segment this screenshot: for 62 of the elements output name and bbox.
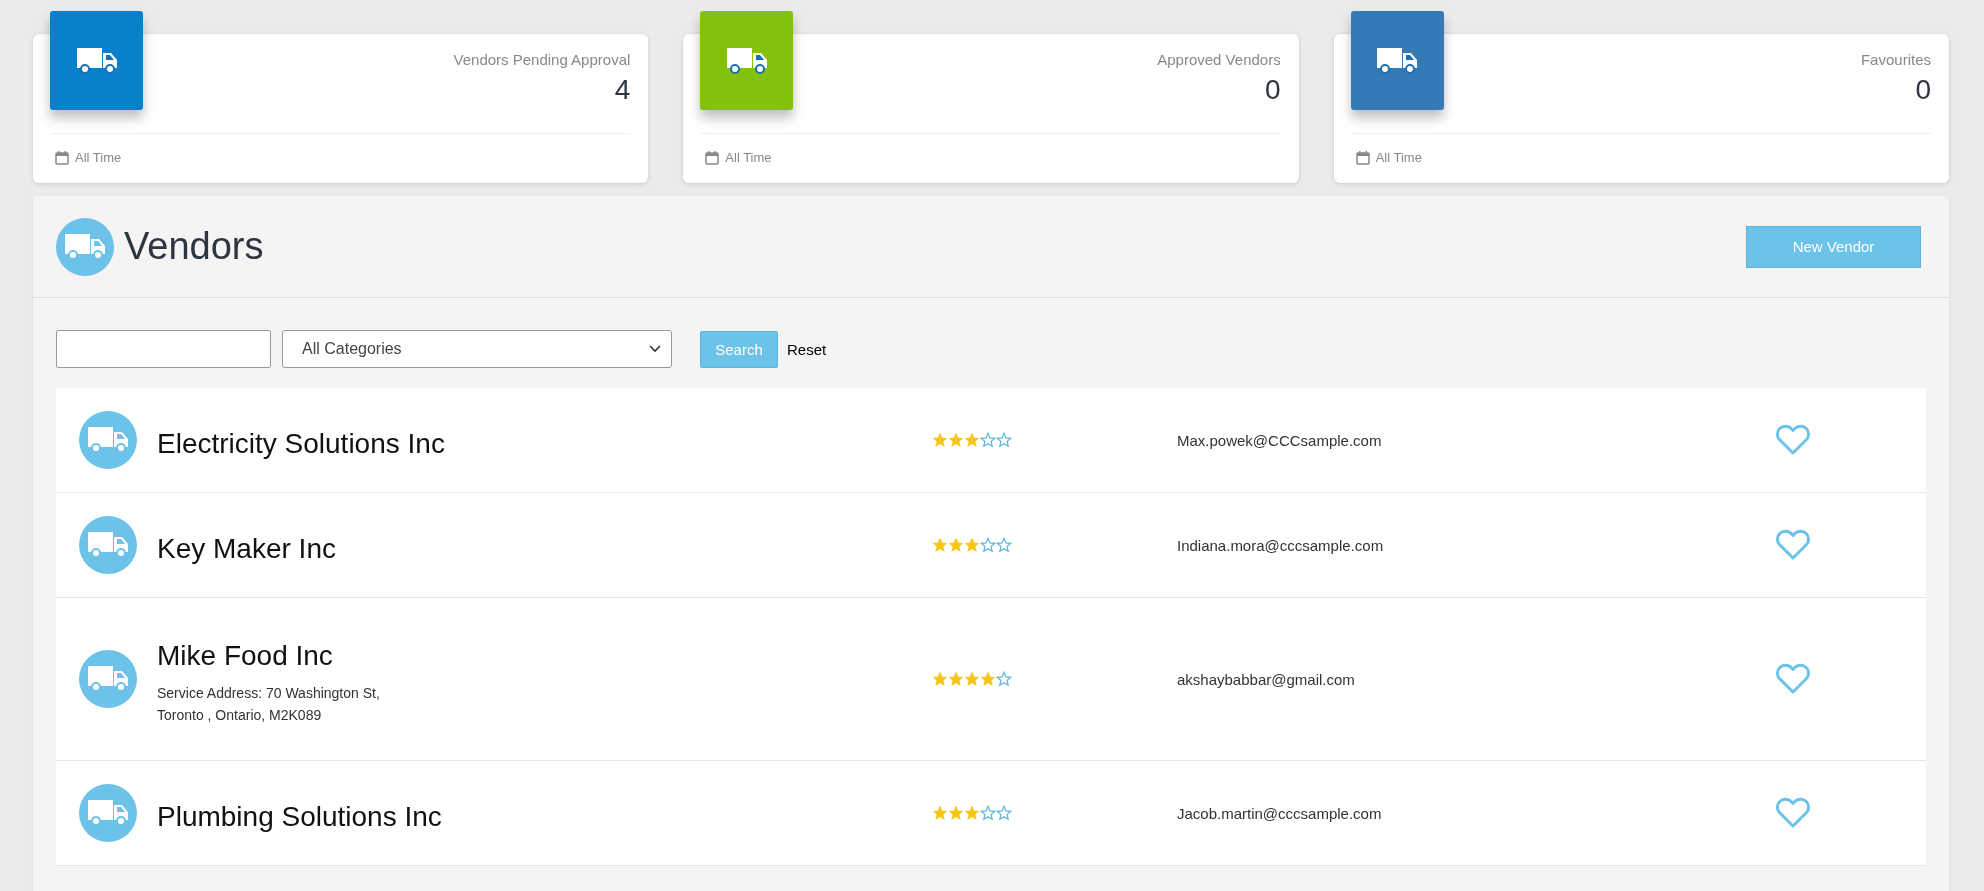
- star-icon: [964, 671, 980, 687]
- vendor-email: Indiana.mora@cccsample.com: [1177, 536, 1385, 554]
- stat-value: 0: [1265, 74, 1281, 106]
- star-icon: [932, 805, 948, 821]
- star-icon: [932, 432, 948, 448]
- star-icon: [980, 671, 996, 687]
- calendar-icon: [1355, 150, 1370, 165]
- vendor-row[interactable]: Mike Food Inc Service Address: 70 Washington St, Toronto , Ontario, M2K089 akshaybabbar@gmail.com: [56, 598, 1926, 761]
- calendar-icon: [705, 150, 720, 165]
- star-icon: [964, 805, 980, 821]
- truck-drawing: [88, 427, 128, 453]
- star-icon: [932, 671, 948, 687]
- truck-drawing: [88, 532, 128, 558]
- truck-drawing: [88, 666, 128, 692]
- truck-icon: [726, 47, 767, 74]
- star-icon: [996, 805, 1012, 821]
- vendor-row[interactable]: Key Maker Inc Indiana.mora@cccsample.com: [56, 493, 1926, 598]
- reset-link[interactable]: Reset: [787, 340, 827, 358]
- vendor-address: Service Address: 70 Washington St, Toronto , Ontario, M2K089: [157, 684, 381, 725]
- stat-value: 4: [614, 74, 631, 106]
- star-icon: [996, 671, 1012, 687]
- stat-title: Favourites: [1860, 51, 1931, 68]
- heart-icon[interactable]: [1775, 424, 1811, 456]
- vendor-row[interactable]: Electricity Solutions Inc Max.powek@CCCsample.com: [56, 388, 1926, 493]
- vendor-email: Max.powek@CCCsample.com: [1177, 431, 1383, 449]
- star-icon: [996, 432, 1012, 448]
- vendor-email: akshaybabbar@gmail.com: [1177, 670, 1356, 688]
- star-icon: [980, 537, 996, 553]
- calendar-icon: [55, 150, 69, 165]
- truck-icon: [1377, 47, 1418, 74]
- chevron-down-icon: [649, 345, 661, 353]
- star-icon: [980, 432, 996, 448]
- heart-icon[interactable]: [1775, 797, 1811, 829]
- star-icon: [964, 537, 980, 553]
- vendor-name: Key Maker Inc: [157, 533, 337, 565]
- vendor-name: Plumbing Solutions Inc: [157, 801, 443, 833]
- stat-value: 0: [1915, 74, 1931, 106]
- truck-drawing: [88, 800, 128, 826]
- vendor-row[interactable]: Plumbing Solutions Inc Jacob.martin@cccsample.com: [56, 761, 1926, 866]
- star-icon: [948, 432, 964, 448]
- star-icon: [932, 537, 948, 553]
- vendor-email: Jacob.martin@cccsample.com: [1177, 804, 1383, 822]
- star-icon: [948, 671, 964, 687]
- period-label: All Time: [1375, 150, 1422, 165]
- vendor-name: Mike Food Inc: [157, 640, 334, 672]
- heart-icon[interactable]: [1775, 529, 1811, 561]
- category-dropdown[interactable]: All Categories: [282, 330, 672, 368]
- stat-title: Approved Vendors: [1157, 51, 1281, 68]
- star-icon: [980, 805, 996, 821]
- star-icon: [948, 537, 964, 553]
- period-label: All Time: [75, 150, 122, 165]
- page-title: Vendors: [124, 225, 265, 268]
- heart-icon[interactable]: [1775, 663, 1811, 695]
- search-field[interactable]: [56, 330, 271, 368]
- vendor-name: Electricity Solutions Inc: [157, 428, 446, 460]
- star-icon: [964, 432, 980, 448]
- stat-title: Vendors Pending Approval: [453, 51, 631, 68]
- star-icon: [996, 537, 1012, 553]
- period-label: All Time: [725, 150, 772, 165]
- truck-icon: [76, 47, 117, 74]
- star-icon: [948, 805, 964, 821]
- truck-drawing: [65, 233, 105, 260]
